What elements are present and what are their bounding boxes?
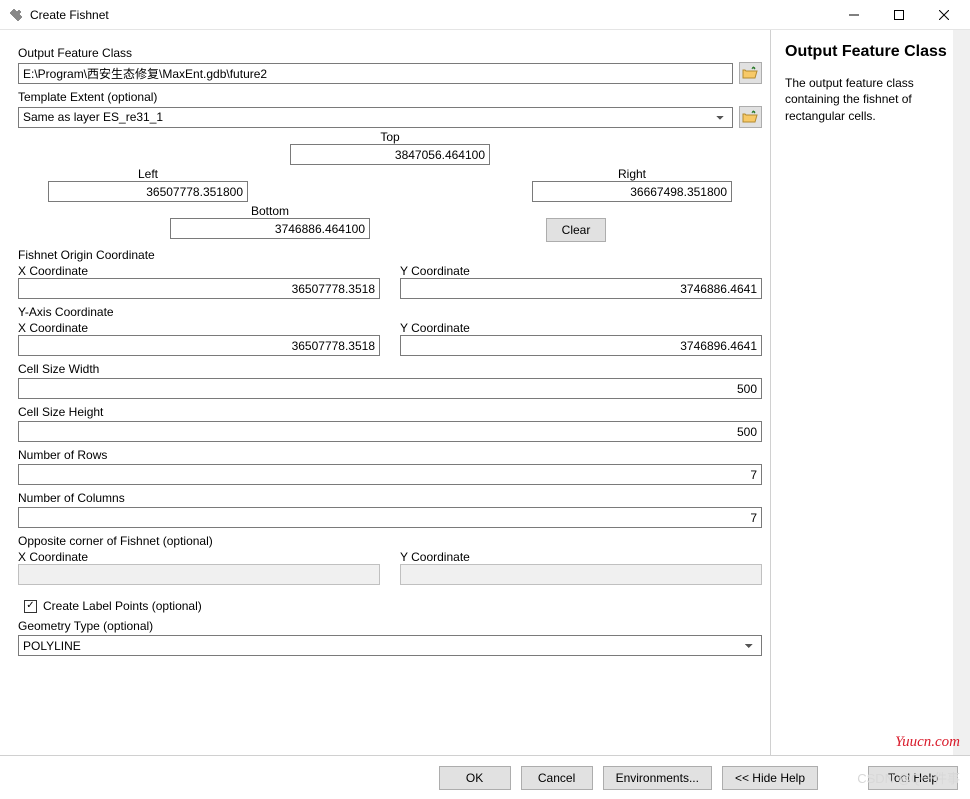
cell-height-input[interactable] <box>18 421 762 442</box>
minimize-button[interactable] <box>831 1 876 29</box>
close-button[interactable] <box>921 1 966 29</box>
geometry-type-select[interactable]: POLYLINE <box>18 635 762 656</box>
clear-extent-button[interactable]: Clear <box>546 218 606 242</box>
extent-bottom-label: Bottom <box>251 204 289 218</box>
num-cols-input[interactable] <box>18 507 762 528</box>
extent-top-input[interactable] <box>290 144 490 165</box>
template-extent-select[interactable]: Same as layer ES_re31_1 <box>18 107 733 128</box>
folder-open-icon <box>742 66 758 80</box>
num-rows-label: Number of Rows <box>18 448 762 462</box>
footer: OK Cancel Environments... << Hide Help T… <box>0 755 970 799</box>
yaxis-x-input[interactable] <box>18 335 380 356</box>
window-title: Create Fishnet <box>30 8 831 22</box>
cell-width-label: Cell Size Width <box>18 362 762 376</box>
form-pane: Output Feature Class Template Extent (op… <box>0 30 770 755</box>
extent-top-label: Top <box>380 130 399 144</box>
extent-box: Top Left Right Bottom <box>18 130 762 242</box>
help-title: Output Feature Class <box>785 42 956 61</box>
origin-x-label: X Coordinate <box>18 264 88 278</box>
environments-button[interactable]: Environments... <box>603 766 712 790</box>
origin-x-input[interactable] <box>18 278 380 299</box>
opposite-y-label: Y Coordinate <box>400 550 470 564</box>
opposite-y-input <box>400 564 762 585</box>
yaxis-section-label: Y-Axis Coordinate <box>18 305 762 319</box>
help-pane: Output Feature Class The output feature … <box>770 30 970 755</box>
cancel-button[interactable]: Cancel <box>521 766 593 790</box>
origin-section-label: Fishnet Origin Coordinate <box>18 248 762 262</box>
maximize-button[interactable] <box>876 1 921 29</box>
template-extent-label: Template Extent (optional) <box>18 90 762 104</box>
folder-open-icon <box>742 110 758 124</box>
cell-width-input[interactable] <box>18 378 762 399</box>
output-feature-class-input[interactable] <box>18 63 733 84</box>
extent-left-input[interactable] <box>48 181 248 202</box>
hide-help-button[interactable]: << Hide Help <box>722 766 818 790</box>
create-labels-label: Create Label Points (optional) <box>43 599 202 613</box>
yaxis-x-label: X Coordinate <box>18 321 88 335</box>
opposite-section-label: Opposite corner of Fishnet (optional) <box>18 534 762 548</box>
app-icon <box>8 7 24 23</box>
browse-output-button[interactable] <box>739 62 762 84</box>
extent-bottom-input[interactable] <box>170 218 370 239</box>
help-scrollbar[interactable] <box>953 30 970 755</box>
opposite-x-input <box>18 564 380 585</box>
create-labels-checkbox[interactable]: ✓ <box>24 600 37 613</box>
yaxis-y-label: Y Coordinate <box>400 321 470 335</box>
opposite-x-label: X Coordinate <box>18 550 88 564</box>
extent-right-label: Right <box>618 167 646 181</box>
tool-help-button[interactable]: Tool Help <box>868 766 958 790</box>
extent-left-label: Left <box>138 167 158 181</box>
output-feature-class-label: Output Feature Class <box>18 46 762 60</box>
yaxis-y-input[interactable] <box>400 335 762 356</box>
num-cols-label: Number of Columns <box>18 491 762 505</box>
origin-y-input[interactable] <box>400 278 762 299</box>
cell-height-label: Cell Size Height <box>18 405 762 419</box>
extent-right-input[interactable] <box>532 181 732 202</box>
num-rows-input[interactable] <box>18 464 762 485</box>
origin-y-label: Y Coordinate <box>400 264 470 278</box>
ok-button[interactable]: OK <box>439 766 511 790</box>
geometry-type-label: Geometry Type (optional) <box>18 619 762 633</box>
browse-extent-button[interactable] <box>739 106 762 128</box>
help-body: The output feature class containing the … <box>785 75 956 124</box>
titlebar: Create Fishnet <box>0 0 970 30</box>
